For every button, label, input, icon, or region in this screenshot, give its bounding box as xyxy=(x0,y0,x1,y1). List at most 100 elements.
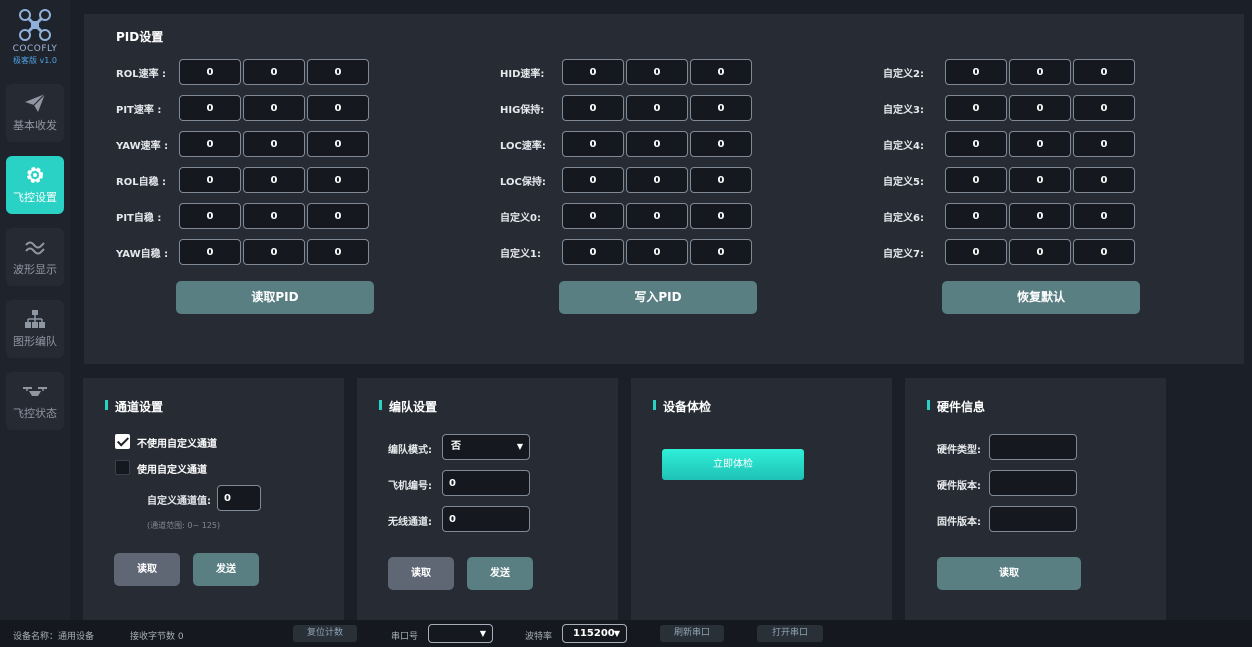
pid-input-i[interactable] xyxy=(626,131,688,157)
pid-input-p[interactable] xyxy=(562,203,624,229)
hardware-read-button[interactable]: 读取 xyxy=(937,557,1081,590)
no-custom-channel-checkbox[interactable] xyxy=(115,434,130,449)
pid-input-d[interactable] xyxy=(307,167,369,193)
pid-input-p[interactable] xyxy=(945,167,1007,193)
pid-input-i[interactable] xyxy=(243,95,305,121)
device-name-text: 设备名称：通用设备 xyxy=(13,632,95,642)
pid-label: 自定义1: xyxy=(500,249,541,260)
pid-row-rol-rate: ROL速率 : xyxy=(116,59,376,85)
aircraft-id-input[interactable] xyxy=(442,470,530,496)
custom-channel-value-label: 自定义通道值: xyxy=(147,496,211,507)
pid-input-i[interactable] xyxy=(626,203,688,229)
pid-input-i[interactable] xyxy=(1009,59,1071,85)
pid-input-i[interactable] xyxy=(243,131,305,157)
hardware-version-input[interactable] xyxy=(989,470,1077,496)
pid-input-d[interactable] xyxy=(307,203,369,229)
pid-input-d[interactable] xyxy=(307,59,369,85)
nav-graphic-formation[interactable]: 图形编队 xyxy=(6,300,64,358)
pid-label: 自定义4: xyxy=(883,141,924,152)
nav-waveform-display[interactable]: 波形显示 xyxy=(6,228,64,286)
pid-input-i[interactable] xyxy=(626,167,688,193)
pid-input-p[interactable] xyxy=(179,95,241,121)
reset-count-button[interactable]: 复位计数 xyxy=(293,625,357,642)
read-pid-button[interactable]: 读取PID xyxy=(176,281,374,314)
pid-input-p[interactable] xyxy=(179,167,241,193)
restore-defaults-button[interactable]: 恢复默认 xyxy=(942,281,1140,314)
pid-input-p[interactable] xyxy=(562,239,624,265)
pid-input-d[interactable] xyxy=(307,239,369,265)
bytes-received-text: 接收字节数 0 xyxy=(130,632,184,642)
pid-row-custom-4: 自定义4: xyxy=(883,131,1143,157)
pid-input-i[interactable] xyxy=(243,59,305,85)
formation-mode-select[interactable]: 否 ▼ xyxy=(442,434,530,460)
channel-send-button[interactable]: 发送 xyxy=(193,553,259,586)
pid-input-p[interactable] xyxy=(945,239,1007,265)
pid-input-d[interactable] xyxy=(1073,239,1135,265)
pid-input-d[interactable] xyxy=(690,167,752,193)
pid-input-p[interactable] xyxy=(179,131,241,157)
pid-input-d[interactable] xyxy=(690,59,752,85)
baud-rate-select[interactable]: 115200 ▼ xyxy=(562,624,627,643)
nav-flight-control-status[interactable]: 飞控状态 xyxy=(6,372,64,430)
pid-input-p[interactable] xyxy=(562,167,624,193)
channel-read-button[interactable]: 读取 xyxy=(114,553,180,586)
hierarchy-icon xyxy=(25,310,45,328)
pid-input-i[interactable] xyxy=(1009,239,1071,265)
serial-port-select[interactable]: ▼ xyxy=(428,624,493,643)
nav-flight-control-settings[interactable]: 飞控设置 xyxy=(6,156,64,214)
pid-row-custom-7: 自定义7: xyxy=(883,239,1143,265)
pid-input-d[interactable] xyxy=(307,95,369,121)
hardware-type-input[interactable] xyxy=(989,434,1077,460)
pid-input-d[interactable] xyxy=(1073,59,1135,85)
pid-input-i[interactable] xyxy=(243,203,305,229)
formation-read-button[interactable]: 读取 xyxy=(388,557,454,590)
pid-label: YAW速率 : xyxy=(116,141,169,152)
pid-input-d[interactable] xyxy=(1073,167,1135,193)
pid-input-i[interactable] xyxy=(243,239,305,265)
pid-input-i[interactable] xyxy=(1009,203,1071,229)
pid-input-p[interactable] xyxy=(179,239,241,265)
pid-input-i[interactable] xyxy=(1009,167,1071,193)
pid-input-p[interactable] xyxy=(562,95,624,121)
serial-port-label: 串口号 xyxy=(391,632,419,642)
pid-input-d[interactable] xyxy=(690,203,752,229)
firmware-version-input[interactable] xyxy=(989,506,1077,532)
pid-input-d[interactable] xyxy=(1073,131,1135,157)
pid-input-p[interactable] xyxy=(179,203,241,229)
pid-settings-panel: PID设置 ROL速率 : PIT速率 : YAW速率 : ROL自稳 : xyxy=(84,14,1244,364)
pid-input-d[interactable] xyxy=(307,131,369,157)
pid-input-p[interactable] xyxy=(945,59,1007,85)
write-pid-button[interactable]: 写入PID xyxy=(559,281,757,314)
pid-input-i[interactable] xyxy=(243,167,305,193)
nav-basic-send-receive[interactable]: 基本收发 xyxy=(6,84,64,142)
wireless-channel-input[interactable] xyxy=(442,506,530,532)
pid-input-p[interactable] xyxy=(562,59,624,85)
custom-channel-value-input[interactable] xyxy=(217,485,261,511)
pid-input-p[interactable] xyxy=(945,95,1007,121)
no-custom-channel-label: 不使用自定义通道 xyxy=(137,439,217,450)
pid-input-d[interactable] xyxy=(690,239,752,265)
pid-input-d[interactable] xyxy=(1073,203,1135,229)
pid-input-p[interactable] xyxy=(945,203,1007,229)
pid-input-d[interactable] xyxy=(690,95,752,121)
pid-input-i[interactable] xyxy=(626,95,688,121)
pid-input-i[interactable] xyxy=(626,59,688,85)
pid-label: ROL速率 : xyxy=(116,69,167,80)
pid-input-d[interactable] xyxy=(1073,95,1135,121)
check-now-button[interactable]: 立即体检 xyxy=(662,449,804,480)
pid-input-i[interactable] xyxy=(626,239,688,265)
device-check-panel: 设备体检 立即体检 xyxy=(631,378,892,620)
pid-input-i[interactable] xyxy=(1009,131,1071,157)
hardware-info-panel: 硬件信息 硬件类型: 硬件版本: 固件版本: 读取 xyxy=(905,378,1166,620)
pid-input-p[interactable] xyxy=(562,131,624,157)
pid-input-i[interactable] xyxy=(1009,95,1071,121)
pid-input-d[interactable] xyxy=(690,131,752,157)
refresh-port-button[interactable]: 刷新串口 xyxy=(660,625,724,642)
hardware-type-label: 硬件类型: xyxy=(937,445,981,456)
open-port-button[interactable]: 打开串口 xyxy=(757,625,823,642)
use-custom-channel-checkbox[interactable] xyxy=(115,460,130,475)
pid-label: 自定义5: xyxy=(883,177,924,188)
formation-send-button[interactable]: 发送 xyxy=(467,557,533,590)
pid-input-p[interactable] xyxy=(179,59,241,85)
pid-input-p[interactable] xyxy=(945,131,1007,157)
